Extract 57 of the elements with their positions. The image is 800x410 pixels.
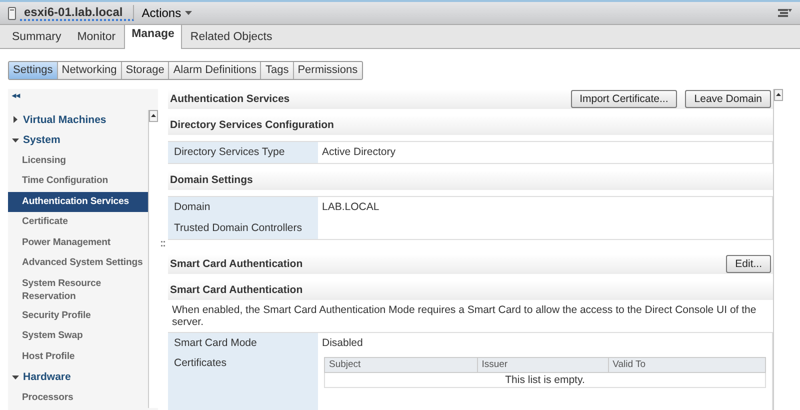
sidebar-item[interactable]: Authentication Services — [8, 192, 148, 212]
sidebar-item[interactable]: Power Management — [8, 232, 148, 254]
section-title: Smart Card Authentication — [168, 280, 773, 300]
edit-button[interactable]: Edit... — [726, 255, 771, 274]
splitter-handle[interactable] — [161, 241, 165, 248]
sidebar-item[interactable]: Advanced System Settings — [8, 253, 148, 274]
collapse-toggle[interactable]: ◂◂ — [8, 89, 158, 110]
section-title: Domain Settings — [168, 170, 773, 190]
caret-icon[interactable] — [12, 116, 19, 124]
tab[interactable]: Monitor — [69, 27, 124, 48]
sidebar-item[interactable]: System Swap — [8, 326, 148, 347]
actions-menu[interactable]: Actions — [134, 6, 200, 20]
settings-tab[interactable]: Tags — [261, 62, 294, 80]
action-button[interactable]: Import Certificate... — [570, 90, 678, 108]
section-title: Smart Card Authentication — [170, 257, 303, 272]
tab[interactable]: Summary — [4, 27, 70, 48]
action-button[interactable]: Leave Domain — [685, 90, 771, 108]
field-value: Active Directory — [321, 145, 397, 160]
description-text: When enabled, the Smart Card Authentication Mode requires a Smart Card to allow the access to the Direct Console UI of the server. — [171, 303, 758, 330]
field-value: LAB.LOCAL — [321, 200, 380, 216]
settings-tab[interactable]: Networking — [58, 62, 122, 80]
settings-tab[interactable]: Alarm Definitions — [169, 62, 262, 80]
settings-tab[interactable]: Storage — [122, 62, 170, 80]
sidebar-group[interactable]: Virtual Machines — [23, 114, 106, 126]
field-label: Smart Card Mode — [168, 333, 318, 354]
sidebar-group[interactable]: System — [23, 134, 60, 147]
scroll-up-icon[interactable] — [774, 89, 783, 102]
sidebar-item[interactable]: System Resource Reservation — [8, 274, 148, 306]
settings-tab[interactable]: Settings — [9, 62, 58, 80]
sidebar-item[interactable]: Certificate — [8, 212, 148, 233]
field-label: Trusted Domain Controllers — [168, 218, 318, 240]
sidebar-item[interactable]: Time Configuration — [8, 171, 148, 192]
column-header: Subject — [324, 358, 478, 372]
host-title: esxi6-01.lab.local — [20, 4, 134, 22]
column-header: Valid To — [608, 358, 766, 372]
sidebar-item[interactable]: Host Profile — [8, 346, 148, 368]
menu-icon[interactable] — [778, 8, 792, 18]
sidebar-item[interactable]: Licensing — [8, 150, 148, 172]
caret-icon — [185, 10, 192, 15]
section-title: Authentication Services — [170, 92, 290, 108]
empty-message: This list is empty. — [324, 372, 766, 388]
field-label: Directory Services Type — [168, 142, 318, 164]
field-value: Disabled — [321, 336, 364, 352]
settings-tab[interactable]: Permissions — [294, 62, 362, 80]
caret-icon[interactable] — [12, 374, 19, 381]
section-title: Directory Services Configuration — [168, 115, 773, 136]
caret-icon[interactable] — [12, 136, 19, 144]
tab[interactable]: Manage — [124, 24, 182, 49]
sidebar-group[interactable]: Hardware — [23, 371, 71, 384]
field-label: Certificates — [168, 354, 318, 410]
field-label: Domain — [168, 197, 318, 218]
column-header: Issuer — [477, 358, 608, 372]
sidebar-item[interactable]: Processors — [8, 388, 148, 408]
sidebar-item[interactable]: Security Profile — [8, 306, 148, 326]
scroll-up-icon[interactable] — [149, 110, 158, 122]
tab[interactable]: Related Objects — [182, 27, 280, 48]
server-icon — [8, 6, 16, 20]
